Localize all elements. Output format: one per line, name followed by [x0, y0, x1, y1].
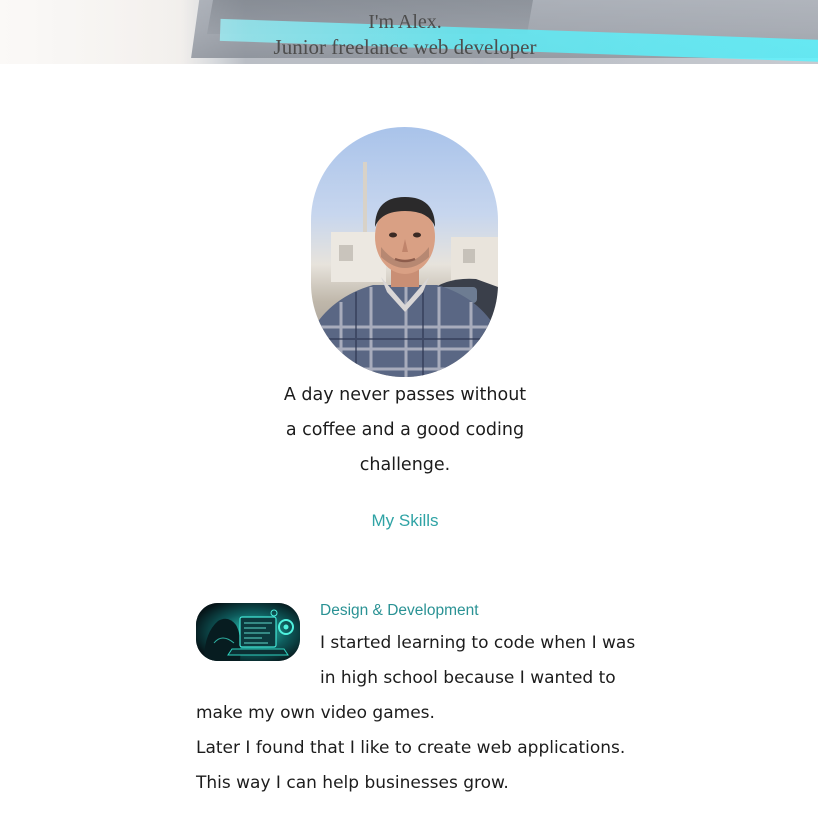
hero-text: I'm Alex. Junior freelance web developer [0, 7, 810, 62]
skill-description: I started learning to code when I was in… [196, 626, 636, 801]
skill-paragraph: Later I found that I like to create web … [196, 738, 626, 793]
profile-photo-icon [311, 162, 498, 377]
profile-avatar [311, 127, 498, 377]
hero-role: Junior freelance web developer [273, 35, 537, 59]
my-skills-link[interactable]: My Skills [0, 511, 810, 531]
profile-tagline: A day never passes without a coffee and … [283, 385, 527, 475]
skill-title: Design & Development [320, 602, 479, 619]
hero-banner: I'm Alex. Junior freelance web developer [0, 0, 818, 64]
